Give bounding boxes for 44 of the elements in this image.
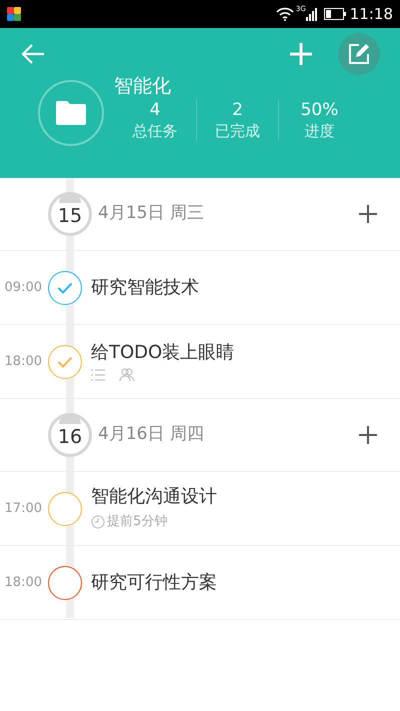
- plus-icon: [358, 204, 378, 224]
- calendar-day: 15: [48, 192, 92, 236]
- day-date: 4月16日 周四: [98, 423, 204, 446]
- people-icon: [119, 368, 135, 382]
- task-time: 09:00: [4, 278, 43, 297]
- check-icon: [57, 356, 73, 368]
- app-icon: [7, 7, 21, 21]
- add-button[interactable]: [288, 41, 314, 67]
- clock-time: 11:18: [350, 4, 393, 25]
- task-checkbox[interactable]: [48, 492, 82, 526]
- day-date: 4月15日 周三: [98, 202, 204, 226]
- battery-icon: [324, 7, 346, 21]
- task-title: 给TODO装上眼睛: [91, 341, 234, 365]
- task-time: 18:00: [4, 574, 43, 592]
- stat-label: 总任务: [132, 121, 178, 141]
- task-time: 18:00: [4, 352, 43, 371]
- edit-icon: [348, 43, 370, 65]
- task-checkbox[interactable]: [48, 270, 82, 304]
- add-task-button[interactable]: [356, 202, 380, 226]
- plus-icon: [289, 42, 313, 66]
- signal-icon: [306, 7, 318, 21]
- task-title: 智能化沟通设计: [91, 485, 217, 510]
- stat-label: 进度: [304, 121, 334, 141]
- reminder-text: 提前5分钟: [107, 513, 168, 532]
- task-title: 研究可行性方案: [91, 570, 217, 594]
- stat-label: 已完成: [215, 121, 260, 141]
- task-time: 17:00: [4, 500, 43, 518]
- wifi-icon: [276, 7, 294, 21]
- folder-icon: [56, 101, 86, 125]
- stat-value: 2: [232, 99, 243, 121]
- list-icon: [91, 369, 105, 381]
- calendar-day: 16: [48, 413, 92, 457]
- stat-value: 4: [150, 99, 160, 121]
- clock-icon: [91, 515, 105, 529]
- stat-value: 50%: [300, 99, 338, 121]
- task-checkbox[interactable]: [48, 344, 82, 378]
- edit-button[interactable]: [338, 33, 380, 75]
- plus-icon: [358, 425, 378, 445]
- project-name: 智能化: [114, 74, 172, 99]
- add-task-button[interactable]: [356, 423, 380, 447]
- back-arrow-icon: [21, 44, 45, 64]
- task-title: 研究智能技术: [91, 276, 199, 300]
- task-checkbox[interactable]: [48, 566, 82, 600]
- check-icon: [57, 282, 73, 294]
